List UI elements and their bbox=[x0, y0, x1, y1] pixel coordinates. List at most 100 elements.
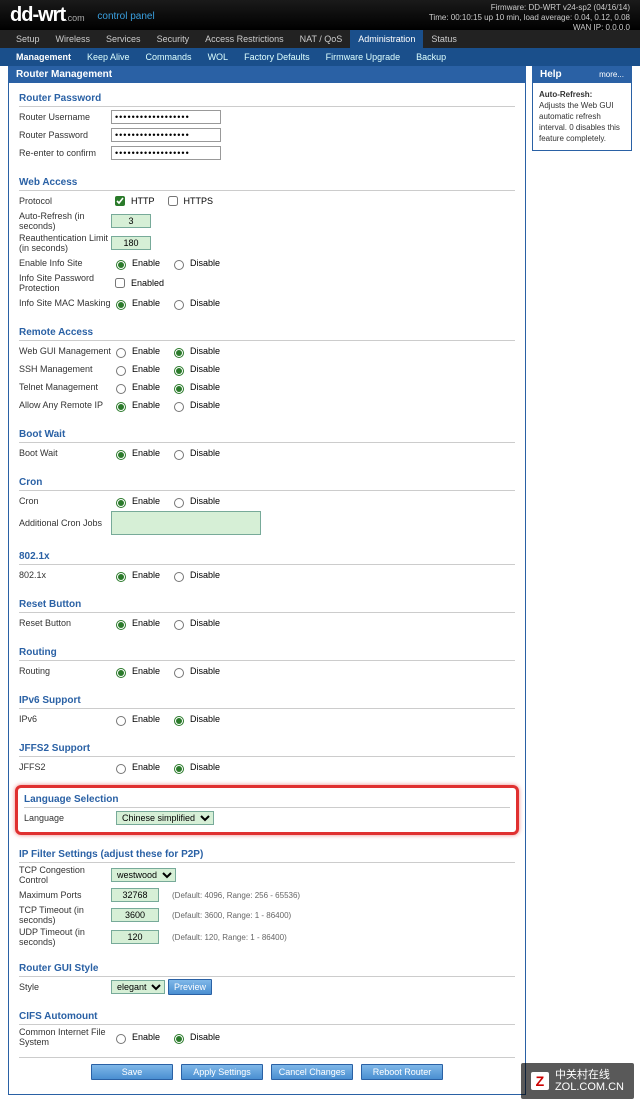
remote-anyip-radio[interactable]: EnableDisable bbox=[111, 399, 226, 412]
disable-radio[interactable] bbox=[174, 450, 184, 460]
enable-radio[interactable] bbox=[116, 450, 126, 460]
http-checkbox[interactable] bbox=[115, 196, 125, 206]
infopw-label: Info Site Password Protection bbox=[19, 273, 111, 293]
tcpto-input[interactable] bbox=[111, 908, 159, 922]
section-gui: Router GUI Style bbox=[19, 961, 515, 977]
disable-radio[interactable] bbox=[174, 1034, 184, 1044]
enable-radio[interactable] bbox=[116, 668, 126, 678]
language-select[interactable]: Chinese simplified bbox=[116, 811, 214, 825]
ipv6-radio[interactable]: EnableDisable bbox=[111, 713, 226, 726]
apply-button[interactable]: Apply Settings bbox=[181, 1064, 263, 1080]
subtab-factory-defaults[interactable]: Factory Defaults bbox=[236, 48, 318, 66]
reboot-button[interactable]: Reboot Router bbox=[361, 1064, 443, 1080]
style-select[interactable]: elegant bbox=[111, 980, 165, 994]
disable-radio[interactable] bbox=[174, 300, 184, 310]
remote-web-radio[interactable]: EnableDisable bbox=[111, 345, 226, 358]
udpto-input[interactable] bbox=[111, 930, 159, 944]
preview-button[interactable]: Preview bbox=[168, 979, 212, 995]
password-label: Router Password bbox=[19, 130, 111, 140]
subtab-wol[interactable]: WOL bbox=[200, 48, 237, 66]
style-label: Style bbox=[19, 982, 111, 992]
subtab-commands[interactable]: Commands bbox=[138, 48, 200, 66]
disable-radio[interactable] bbox=[174, 498, 184, 508]
subtab-keep-alive[interactable]: Keep Alive bbox=[79, 48, 138, 66]
password-input[interactable] bbox=[111, 128, 221, 142]
enable-radio[interactable] bbox=[116, 384, 126, 394]
page-title: Router Management bbox=[16, 69, 112, 80]
enable-radio[interactable] bbox=[116, 764, 126, 774]
boot-radio[interactable]: EnableDisable bbox=[111, 447, 226, 460]
autorefresh-input[interactable] bbox=[111, 214, 151, 228]
enable-radio[interactable] bbox=[116, 620, 126, 630]
wanip-text: WAN IP: 0.0.0.0 bbox=[429, 23, 630, 33]
disable-label: Disable bbox=[190, 1032, 220, 1042]
macmask-radio[interactable]: EnableDisable bbox=[111, 297, 226, 310]
subtab-management[interactable]: Management bbox=[8, 48, 79, 66]
enable-radio[interactable] bbox=[116, 1034, 126, 1044]
maxports-label: Maximum Ports bbox=[19, 890, 111, 900]
confirm-input[interactable] bbox=[111, 146, 221, 160]
enable-radio[interactable] bbox=[116, 498, 126, 508]
section-ipv6: IPv6 Support bbox=[19, 693, 515, 709]
disable-label: Disable bbox=[190, 570, 220, 580]
tab-wireless[interactable]: Wireless bbox=[48, 30, 99, 48]
disable-radio[interactable] bbox=[174, 716, 184, 726]
disable-label: Disable bbox=[190, 762, 220, 772]
disable-radio[interactable] bbox=[174, 384, 184, 394]
disable-radio[interactable] bbox=[174, 764, 184, 774]
help-title: Help bbox=[540, 69, 562, 80]
disable-label: Disable bbox=[190, 382, 220, 392]
enable-radio[interactable] bbox=[116, 366, 126, 376]
cancel-button[interactable]: Cancel Changes bbox=[271, 1064, 353, 1080]
disable-radio[interactable] bbox=[174, 402, 184, 412]
cron-radio[interactable]: EnableDisable bbox=[111, 495, 226, 508]
disable-radio[interactable] bbox=[174, 348, 184, 358]
enable-radio[interactable] bbox=[116, 260, 126, 270]
disable-radio[interactable] bbox=[174, 260, 184, 270]
watermark-cn: 中关村在线 bbox=[555, 1069, 624, 1081]
ipv6-label: IPv6 bbox=[19, 714, 111, 724]
tab-security[interactable]: Security bbox=[149, 30, 198, 48]
save-button[interactable]: Save bbox=[91, 1064, 173, 1080]
remote-telnet-radio[interactable]: EnableDisable bbox=[111, 381, 226, 394]
8021x-radio[interactable]: EnableDisable bbox=[111, 569, 226, 582]
enable-label: Enable bbox=[132, 496, 160, 506]
disable-radio[interactable] bbox=[174, 366, 184, 376]
tab-services[interactable]: Services bbox=[98, 30, 149, 48]
tab-setup[interactable]: Setup bbox=[8, 30, 48, 48]
disable-label: Disable bbox=[190, 346, 220, 356]
cronjobs-input[interactable] bbox=[111, 511, 261, 535]
enable-radio[interactable] bbox=[116, 300, 126, 310]
subtab-firmware-upgrade[interactable]: Firmware Upgrade bbox=[318, 48, 409, 66]
disable-radio[interactable] bbox=[174, 572, 184, 582]
disable-label: Disable bbox=[190, 666, 220, 676]
jffs2-radio[interactable]: EnableDisable bbox=[111, 761, 226, 774]
https-checkbox[interactable] bbox=[168, 196, 178, 206]
section-web-access: Web Access bbox=[19, 175, 515, 191]
routing-radio[interactable]: EnableDisable bbox=[111, 665, 226, 678]
reauth-input[interactable] bbox=[111, 236, 151, 250]
tab-access-restrictions[interactable]: Access Restrictions bbox=[197, 30, 292, 48]
enable-radio[interactable] bbox=[116, 348, 126, 358]
subtab-backup[interactable]: Backup bbox=[408, 48, 454, 66]
maxports-input[interactable] bbox=[111, 888, 159, 902]
tab-nat-qos[interactable]: NAT / QoS bbox=[292, 30, 351, 48]
http-label: HTTP bbox=[131, 196, 155, 206]
enable-label: Enable bbox=[132, 618, 160, 628]
section-cron: Cron bbox=[19, 475, 515, 491]
tab-administration[interactable]: Administration bbox=[350, 30, 423, 48]
infopw-checkbox[interactable] bbox=[115, 278, 125, 288]
username-input[interactable] bbox=[111, 110, 221, 124]
help-more-link[interactable]: more... bbox=[599, 70, 624, 79]
cifs-radio[interactable]: EnableDisable bbox=[111, 1031, 226, 1044]
disable-radio[interactable] bbox=[174, 620, 184, 630]
remote-ssh-radio[interactable]: EnableDisable bbox=[111, 363, 226, 376]
disable-radio[interactable] bbox=[174, 668, 184, 678]
enable-radio[interactable] bbox=[116, 402, 126, 412]
infosite-radio[interactable]: EnableDisable bbox=[111, 257, 226, 270]
enable-radio[interactable] bbox=[116, 716, 126, 726]
enable-radio[interactable] bbox=[116, 572, 126, 582]
tcc-select[interactable]: westwood bbox=[111, 868, 176, 882]
reset-radio[interactable]: EnableDisable bbox=[111, 617, 226, 630]
8021x-label: 802.1x bbox=[19, 570, 111, 580]
